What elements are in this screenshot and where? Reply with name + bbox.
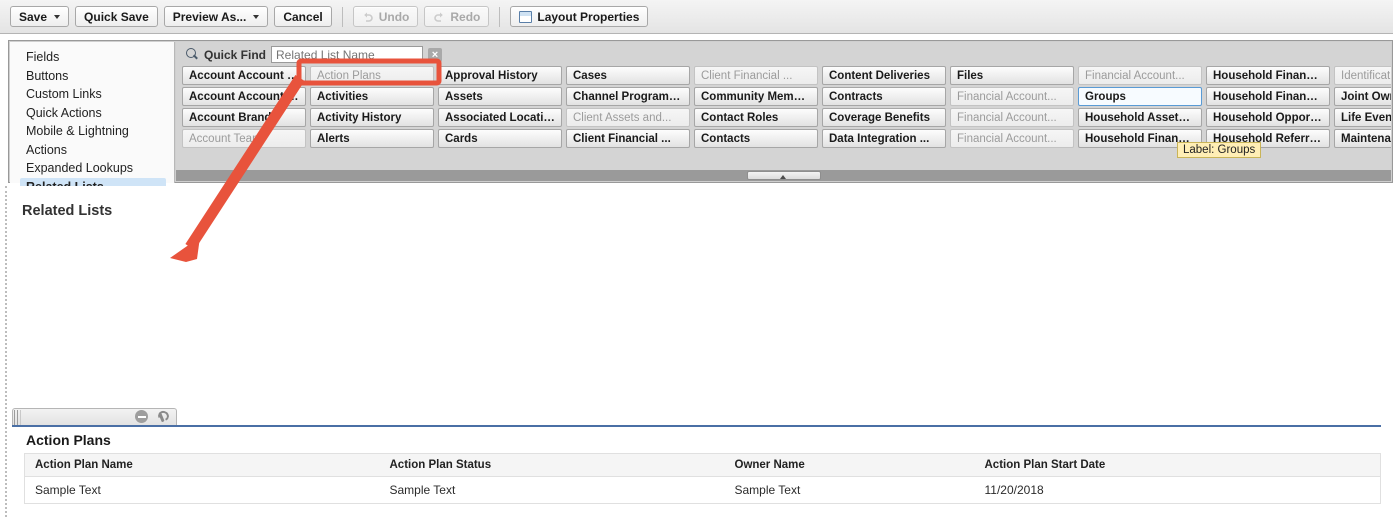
drag-handle-icon[interactable] (14, 409, 21, 425)
palette-item[interactable]: Identification Do... (1334, 66, 1391, 85)
preview-as-button[interactable]: Preview As... (163, 6, 269, 27)
sidebar-item-mobile-lightning-actions[interactable]: Mobile & Lightning Actions (20, 122, 166, 159)
related-list-section: Action Plans Action Plan Name Action Plan … (12, 408, 1381, 504)
toolbar-divider (341, 6, 343, 27)
quick-save-button[interactable]: Quick Save (75, 6, 158, 27)
page-title: Related Lists (22, 203, 113, 219)
table-cell: Sample Text (734, 483, 801, 497)
undo-label: Undo (378, 9, 410, 24)
related-list-table: Action Plan Name Action Plan Status Owner … (24, 453, 1381, 504)
undo-button: Undo (352, 6, 419, 27)
palette-item[interactable]: Household Opportu... (1206, 108, 1330, 127)
palette-item[interactable]: Assets (438, 87, 562, 106)
palette-item[interactable]: Cards (438, 129, 562, 148)
palette-item[interactable]: Data Integration ... (822, 129, 946, 148)
palette-item[interactable]: Cases (566, 66, 690, 85)
palette-item[interactable]: Client Financial ... (694, 66, 818, 85)
section-body: Action Plans Action Plan Name Action Plan … (12, 425, 1381, 504)
section-properties-icon[interactable] (155, 410, 168, 423)
column-header: Owner Name (724, 453, 975, 477)
palette-item[interactable]: Content Deliveries (822, 66, 946, 85)
palette-collapse-bar (176, 170, 1391, 181)
quick-find-label: Quick Find (204, 47, 267, 62)
palette-item[interactable]: Contacts (694, 129, 818, 148)
palette-item[interactable]: Account Account R... (182, 87, 306, 106)
palette-item[interactable]: Maintenance Pla... (1334, 129, 1391, 148)
column-header: Action Plan Name (24, 453, 380, 477)
palette-item[interactable]: Financial Account... (1078, 66, 1202, 85)
clear-search-icon[interactable]: × (428, 47, 443, 62)
palette-item[interactable]: Groups (1078, 87, 1202, 106)
section-title: Action Plans (26, 432, 111, 448)
table-cell: Sample Text (389, 483, 456, 497)
palette-body: Quick Find × Account Account R...Account… (176, 42, 1391, 181)
palette-panel: Fields Buttons Custom Links Quick Actions Mo… (8, 40, 1393, 196)
sidebar-item-custom-links[interactable]: Custom Links (20, 85, 166, 104)
redo-icon (433, 11, 445, 23)
palette-item[interactable]: Activities (310, 87, 434, 106)
preview-as-label: Preview As... (172, 9, 247, 24)
palette-item[interactable]: Approval History (438, 66, 562, 85)
undo-icon (362, 11, 374, 23)
editor-toolbar: Save Quick Save Preview As... Cancel Und… (0, 0, 1393, 34)
palette-item[interactable]: Joint Owner (1334, 87, 1391, 106)
palette-item[interactable]: Account Team (182, 129, 306, 148)
sidebar-item-quick-actions[interactable]: Quick Actions (20, 104, 166, 123)
layout-preview: Related Lists Action Plans Action Plan Na… (0, 186, 1393, 517)
toolbar-divider (499, 6, 501, 27)
column-header: Action Plan Status (379, 453, 725, 477)
section-toolbar (12, 408, 177, 425)
cancel-button[interactable]: Cancel (274, 6, 332, 27)
palette-item[interactable]: Contracts (822, 87, 946, 106)
layout-icon (519, 10, 533, 23)
page-layout-editor: Save Quick Save Preview As... Cancel Und… (0, 0, 1393, 517)
table-cell: Sample Text (35, 483, 101, 497)
sidebar-item-expanded-lookups[interactable]: Expanded Lookups (20, 159, 166, 178)
palette-sidebar: Fields Buttons Custom Links Quick Actions Mo… (10, 42, 175, 196)
palette-item[interactable]: Files (950, 66, 1074, 85)
palette-item[interactable]: Activity History (310, 108, 434, 127)
redo-button: Redo (424, 6, 490, 27)
related-list-palette-grid: Account Account R... Account Account R...… (176, 64, 1391, 149)
palette-item[interactable]: Associated Locations (438, 108, 562, 127)
palette-item[interactable]: Financial Account... (950, 108, 1074, 127)
table-row: Sample Text Sample Text Sample Text 11/20/2… (25, 477, 1381, 504)
palette-item[interactable]: Coverage Benefits (822, 108, 946, 127)
quick-find-row: Quick Find × (176, 42, 1391, 64)
palette-item-tooltip: Label: Groups (1177, 142, 1262, 158)
save-label: Save (19, 9, 48, 24)
palette-item[interactable]: Client Financial ... (566, 129, 690, 148)
chevron-down-icon (54, 14, 61, 19)
palette-item[interactable]: Contact Roles (694, 108, 818, 127)
palette-item[interactable]: Account Account R... (182, 66, 306, 85)
collapse-palette-handle[interactable] (746, 171, 821, 180)
redo-label: Redo (450, 9, 481, 24)
column-header: Action Plan Start Date (974, 453, 1381, 477)
chevron-down-icon (253, 14, 260, 19)
palette-item[interactable]: Action Plans (310, 66, 434, 85)
palette-item[interactable]: Life Events (1334, 108, 1391, 127)
table-header-row: Action Plan Name Action Plan Status Owner … (24, 453, 1381, 477)
palette-item[interactable]: Alerts (310, 129, 434, 148)
palette-item[interactable]: Client Assets and... (566, 108, 690, 127)
layout-properties-label: Layout Properties (537, 9, 640, 24)
palette-item[interactable]: Household Financi... (1206, 87, 1330, 106)
palette-item[interactable]: Community Members (694, 87, 818, 106)
palette-item[interactable]: Household Financi... (1206, 66, 1330, 85)
save-button[interactable]: Save (10, 6, 70, 27)
quick-find-input[interactable] (271, 46, 424, 63)
sidebar-item-buttons[interactable]: Buttons (20, 67, 166, 86)
sidebar-item-fields[interactable]: Fields (20, 48, 166, 67)
palette-item[interactable]: Financial Account... (950, 87, 1074, 106)
remove-section-icon[interactable] (135, 410, 148, 423)
table-cell: 11/20/2018 (984, 483, 1044, 497)
palette-item[interactable]: Account Brands (182, 108, 306, 127)
search-icon (186, 48, 199, 61)
palette-item[interactable]: Household Assets ... (1078, 108, 1202, 127)
palette-item[interactable]: Financial Account... (950, 129, 1074, 148)
palette-item[interactable]: Channel Program M... (566, 87, 690, 106)
layout-properties-button[interactable]: Layout Properties (510, 6, 649, 27)
